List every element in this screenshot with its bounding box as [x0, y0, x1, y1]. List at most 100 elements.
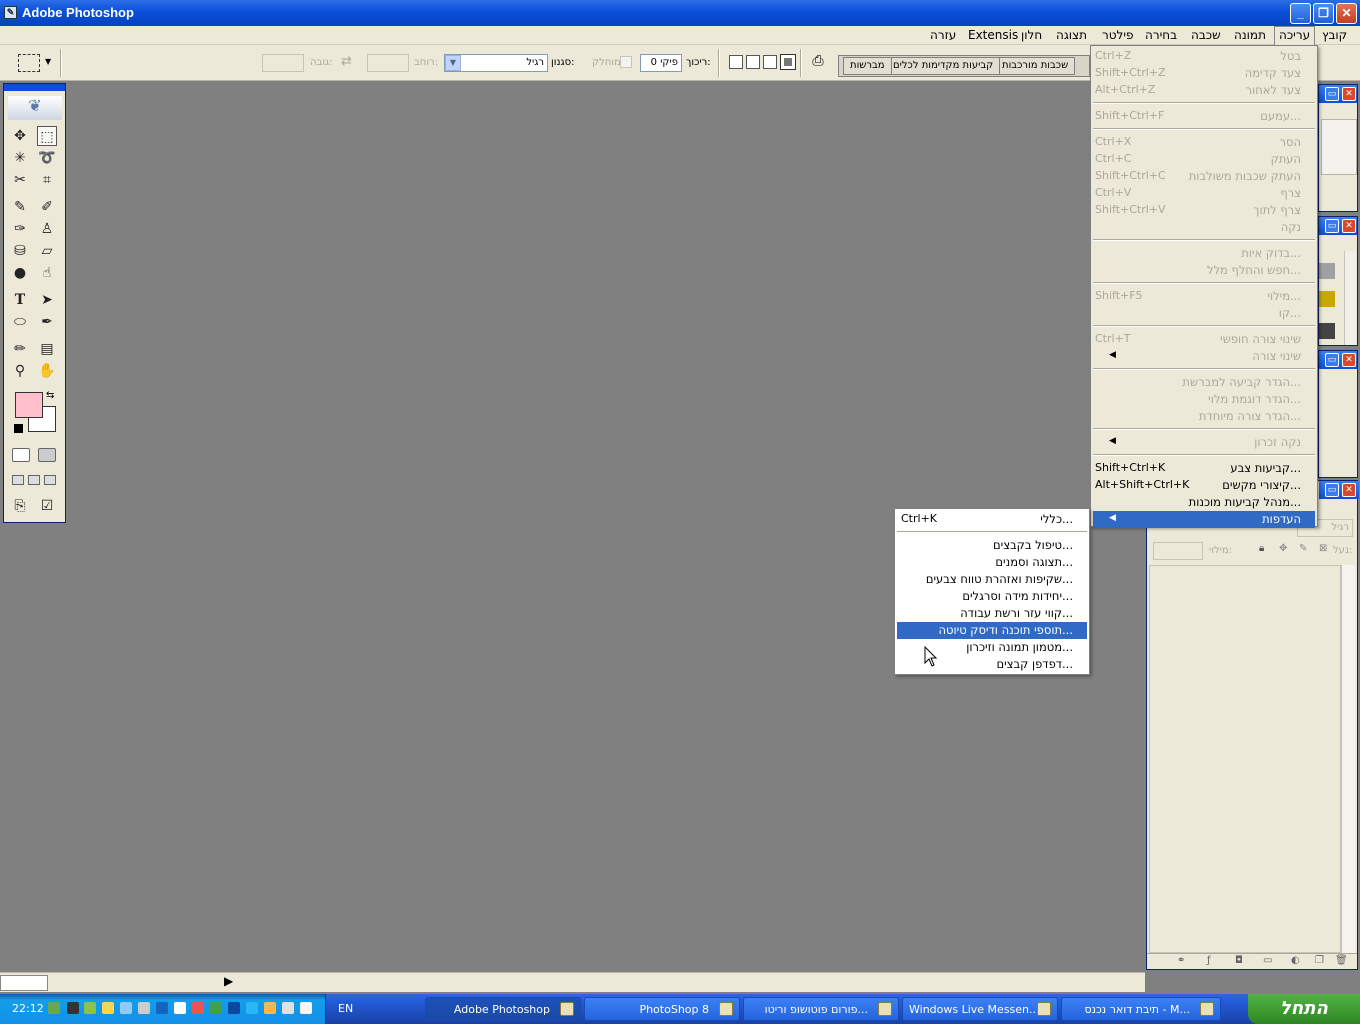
- edit-menu-item[interactable]: העתק Ctrl+C: [1093, 151, 1315, 168]
- lock-icon[interactable]: 🔒︎: [1259, 543, 1264, 554]
- menu-edit[interactable]: עריכה: [1274, 26, 1316, 45]
- menu-file[interactable]: קובץ: [1318, 28, 1351, 42]
- swatch[interactable]: [1319, 263, 1335, 279]
- language-indicator[interactable]: EN: [338, 1002, 353, 1015]
- taskbar-button-messenger[interactable]: Windows Live Messen...: [902, 997, 1058, 1021]
- edit-menu-item[interactable]: צרף לתוך Shift+Ctrl+V: [1093, 202, 1315, 219]
- magic-wand-tool-icon[interactable]: ✳: [10, 148, 30, 168]
- edit-menu-item[interactable]: קביעות צבע... Shift+Ctrl+K: [1093, 460, 1315, 477]
- edit-menu-item[interactable]: שינוי צורה ◀: [1093, 348, 1315, 365]
- panel-close-button[interactable]: ✕: [1342, 353, 1356, 367]
- history-brush-tool-icon[interactable]: ✑: [10, 219, 30, 239]
- selection-subtract-icon[interactable]: [746, 55, 760, 69]
- tray-icon[interactable]: [102, 1002, 114, 1014]
- new-layer-icon[interactable]: ❐: [1315, 955, 1324, 966]
- preferences-menu-item[interactable]: שקיפות ואזהרת טווח צבעים...: [897, 571, 1087, 588]
- swatch[interactable]: [1319, 323, 1335, 339]
- screen-mode-full-icon[interactable]: [44, 475, 56, 485]
- menu-view[interactable]: תצוגה: [1052, 28, 1091, 42]
- edit-menu-item[interactable]: בטל Ctrl+Z: [1093, 48, 1315, 65]
- standard-mode-icon[interactable]: [12, 448, 30, 462]
- swap-icon[interactable]: ⇄: [341, 54, 352, 69]
- swatch[interactable]: [1319, 291, 1335, 307]
- chevron-down-icon[interactable]: ▼: [445, 55, 461, 71]
- menu-help[interactable]: עזרה: [926, 28, 960, 42]
- notes-tool-icon[interactable]: ▤: [37, 339, 57, 359]
- edit-menu-item[interactable]: הסר Ctrl+X: [1093, 134, 1315, 151]
- screen-mode-standard-icon[interactable]: [12, 475, 24, 485]
- menu-layer[interactable]: שכבה: [1187, 28, 1225, 42]
- tray-icon[interactable]: [138, 1002, 150, 1014]
- preferences-menu-item[interactable]: כללי... Ctrl+K: [897, 511, 1087, 528]
- selection-add-icon[interactable]: [763, 55, 777, 69]
- dodge-tool-icon[interactable]: ●: [10, 263, 30, 283]
- pen-tool-icon[interactable]: ✒: [37, 312, 57, 332]
- play-arrow-icon[interactable]: ▶: [224, 974, 233, 988]
- tray-icon[interactable]: [228, 1002, 240, 1014]
- edit-menu-item[interactable]: העדפות ◀: [1093, 511, 1315, 528]
- crop-tool-icon[interactable]: ⌗: [37, 170, 57, 190]
- panel-close-button[interactable]: ✕: [1342, 219, 1356, 233]
- edit-menu-item[interactable]: מילוי... Shift+F5: [1093, 288, 1315, 305]
- tab-brushes[interactable]: מברשות: [843, 57, 892, 75]
- preferences-menu-item[interactable]: תוספי תוכנה ודיסק טיוטה...: [897, 622, 1087, 639]
- tray-icon[interactable]: [120, 1002, 132, 1014]
- edit-menu-item[interactable]: נקה זכרון ◀: [1093, 434, 1315, 451]
- tray-icon[interactable]: [264, 1002, 276, 1014]
- zoom-field[interactable]: [0, 975, 48, 991]
- panel-close-button[interactable]: ✕: [1342, 87, 1356, 101]
- minimize-button[interactable]: _: [1290, 3, 1311, 24]
- tray-icon[interactable]: [84, 1002, 96, 1014]
- width-field[interactable]: [367, 54, 409, 72]
- scrollbar[interactable]: [1341, 565, 1355, 953]
- tray-icon[interactable]: [282, 1002, 294, 1014]
- move-tool-icon[interactable]: ✥: [10, 126, 30, 146]
- selection-intersect-icon[interactable]: [729, 55, 743, 69]
- tray-icon[interactable]: [192, 1002, 204, 1014]
- link-icon[interactable]: ⚭: [1177, 955, 1185, 966]
- file-browser-icon[interactable]: ⎘: [10, 496, 30, 516]
- eraser-tool-icon[interactable]: ▱: [37, 241, 57, 261]
- toolbox-header[interactable]: [4, 84, 65, 91]
- path-selection-tool-icon[interactable]: ➤: [37, 290, 57, 310]
- edit-menu-item[interactable]: עמעם... Shift+Ctrl+F: [1093, 108, 1315, 125]
- clone-stamp-tool-icon[interactable]: ♙: [37, 219, 57, 239]
- tray-icon[interactable]: [174, 1002, 186, 1014]
- restore-button[interactable]: ❐: [1313, 3, 1334, 24]
- selection-new-icon[interactable]: [780, 54, 796, 70]
- foreground-color-swatch[interactable]: [15, 392, 43, 418]
- tab-layer-comps[interactable]: שכבות מורכבות: [995, 57, 1076, 75]
- lasso-tool-icon[interactable]: ➰: [37, 148, 57, 168]
- edit-menu-item[interactable]: הגדר דוגמת מלוי...: [1093, 391, 1315, 408]
- edit-menu-item[interactable]: הגדר צורה מיוחדת...: [1093, 408, 1315, 425]
- taskbar-button-mail[interactable]: תיבת דואר נכנס - M...: [1061, 997, 1221, 1021]
- menu-image[interactable]: תמונה: [1230, 28, 1270, 42]
- palette-well-icon[interactable]: ⎙: [808, 53, 828, 71]
- mask-icon[interactable]: ◘: [1235, 955, 1243, 966]
- type-tool-icon[interactable]: T: [10, 290, 30, 310]
- tab-tool-presets[interactable]: קביעות מקדימות לכלים: [886, 57, 1001, 75]
- quick-mask-mode-icon[interactable]: [38, 448, 56, 462]
- edit-menu-item[interactable]: מנהל קביעות מוכנות...: [1093, 494, 1315, 511]
- preferences-menu-item[interactable]: טיפול בקבצים...: [897, 537, 1087, 554]
- preferences-menu-item[interactable]: יחידות מידה וסרגלים...: [897, 588, 1087, 605]
- tray-icon[interactable]: [246, 1002, 258, 1014]
- eyedropper-tool-icon[interactable]: ✏: [10, 339, 30, 359]
- lock-position-icon[interactable]: ✎: [1299, 543, 1307, 554]
- smudge-tool-icon[interactable]: ☝: [37, 263, 57, 283]
- adjustment-layer-icon[interactable]: ◐: [1291, 955, 1300, 966]
- close-button[interactable]: ✕: [1336, 3, 1357, 24]
- fill-field[interactable]: [1153, 542, 1203, 560]
- edit-menu-item[interactable]: הגדר קביעה למברשת...: [1093, 374, 1315, 391]
- start-button[interactable]: התחל: [1248, 994, 1360, 1024]
- tray-icon[interactable]: [48, 1002, 60, 1014]
- edit-menu-item[interactable]: קו...: [1093, 305, 1315, 322]
- taskbar-button-forum[interactable]: פורום פוטושופ וריטו...: [743, 997, 899, 1021]
- height-field[interactable]: [262, 54, 304, 72]
- zoom-tool-icon[interactable]: ⚲: [10, 361, 30, 381]
- edit-menu-item[interactable]: צעד לאחור Alt+Ctrl+Z: [1093, 82, 1315, 99]
- preferences-menu-item[interactable]: תצוגה וסמנים...: [897, 554, 1087, 571]
- lock-move-icon[interactable]: ✥: [1279, 543, 1287, 554]
- chevron-down-icon[interactable]: ▼: [45, 57, 51, 66]
- new-group-icon[interactable]: ▭: [1263, 955, 1272, 966]
